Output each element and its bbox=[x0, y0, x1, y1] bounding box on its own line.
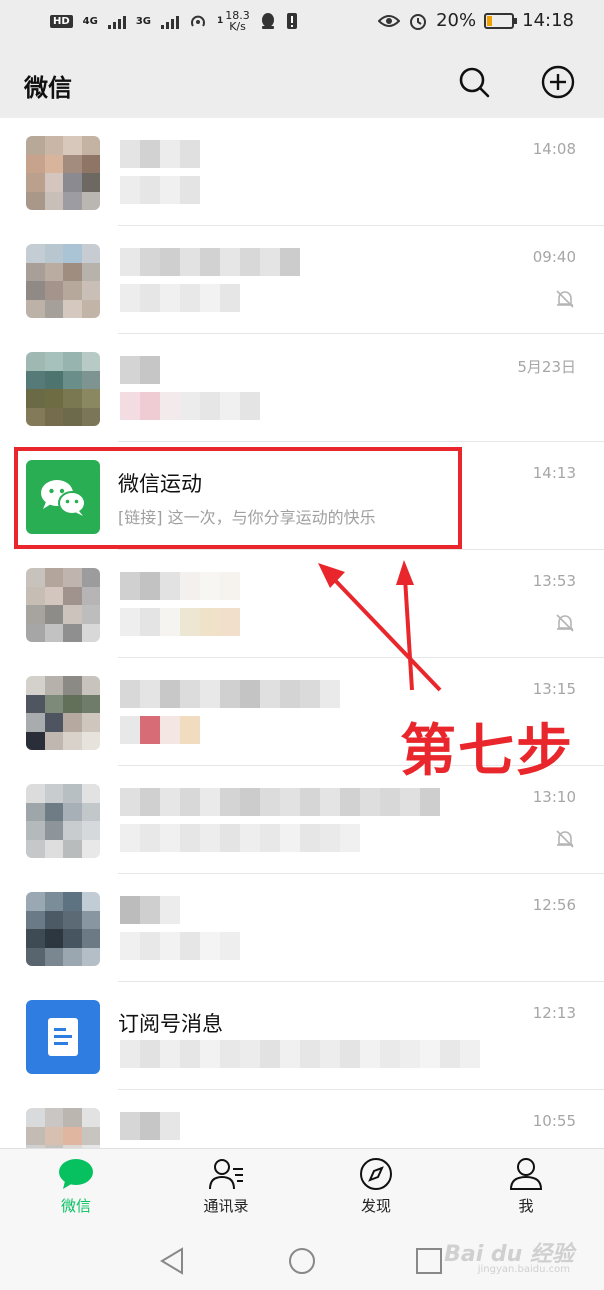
person-icon bbox=[509, 1158, 543, 1190]
chat-time: 09:40 bbox=[532, 248, 576, 266]
highlight-box bbox=[14, 447, 462, 549]
tab-label: 微信 bbox=[60, 1197, 91, 1215]
watermark-url: jingyan.baidu.com bbox=[477, 1264, 570, 1275]
step-annotation: 第七步 bbox=[400, 719, 574, 784]
avatar bbox=[26, 1108, 100, 1148]
search-icon[interactable] bbox=[456, 64, 492, 100]
pixelated-name bbox=[120, 788, 440, 816]
chat-time: 12:56 bbox=[532, 896, 576, 914]
mute-bell-icon bbox=[556, 290, 574, 308]
pixelated-name bbox=[120, 896, 180, 924]
mute-bell-icon bbox=[556, 614, 574, 632]
alert-icon bbox=[286, 13, 297, 29]
pixelated-preview bbox=[120, 176, 200, 204]
back-icon[interactable] bbox=[158, 1246, 188, 1276]
avatar bbox=[26, 784, 100, 858]
pixelated-preview bbox=[120, 284, 240, 312]
network-speed: 18.3 K/s bbox=[225, 10, 250, 32]
status-right: 20% 14:18 bbox=[378, 10, 574, 31]
subscription-avatar bbox=[26, 1000, 100, 1074]
battery-level bbox=[487, 15, 492, 26]
compass-icon bbox=[360, 1158, 392, 1190]
avatar bbox=[26, 136, 100, 210]
chat-row[interactable]: 09:40 bbox=[0, 226, 604, 334]
speed-unit: K/s bbox=[229, 20, 246, 33]
tab-label: 我 bbox=[518, 1197, 534, 1215]
document-icon bbox=[48, 1018, 78, 1056]
avatar bbox=[26, 568, 100, 642]
tab-label: 通讯录 bbox=[203, 1197, 249, 1215]
page-title: 微信 bbox=[24, 74, 72, 102]
pixelated-name bbox=[120, 1112, 180, 1140]
tab-bar: 微信 通讯录 发现 我 bbox=[0, 1148, 604, 1232]
status-left: HD 4G 3G 1 18.3 K/s bbox=[50, 10, 298, 32]
chat-row-subscriptions[interactable]: 订阅号消息 12:13 bbox=[0, 982, 604, 1090]
avatar bbox=[26, 892, 100, 966]
chat-row[interactable]: 5月23日 bbox=[0, 334, 604, 442]
penguin-icon bbox=[261, 13, 274, 29]
chat-row[interactable]: 10:55 bbox=[0, 1090, 604, 1148]
home-icon[interactable] bbox=[287, 1246, 317, 1276]
avatar bbox=[26, 352, 100, 426]
pixelated-name bbox=[120, 248, 300, 276]
chat-row[interactable]: 14:08 bbox=[0, 118, 604, 226]
pixelated-name bbox=[120, 680, 340, 708]
mute-bell-icon bbox=[556, 830, 574, 848]
signal-4g-label: 4G bbox=[82, 15, 98, 27]
avatar bbox=[26, 676, 100, 750]
battery-percent: 20% bbox=[436, 10, 477, 31]
pixelated-preview bbox=[120, 392, 260, 420]
status-bar: HD 4G 3G 1 18.3 K/s 20% 14:18 bbox=[0, 0, 604, 46]
avatar bbox=[26, 244, 100, 318]
battery-icon bbox=[484, 12, 518, 29]
eye-icon bbox=[378, 14, 401, 27]
signal-bars-icon bbox=[107, 13, 126, 29]
hotspot-icon bbox=[191, 15, 205, 27]
pixelated-preview bbox=[120, 716, 200, 744]
chat-row[interactable]: 13:53 bbox=[0, 550, 604, 658]
chat-time: 13:53 bbox=[532, 572, 576, 590]
chat-list[interactable]: 14:08 09:40 5月23日 微信运动 [链接] 这一次，与你分享运动的快… bbox=[0, 118, 604, 1148]
pixelated-name bbox=[120, 356, 160, 384]
tab-discover[interactable]: 发现 bbox=[326, 1157, 426, 1229]
contacts-icon bbox=[209, 1159, 243, 1190]
chat-row[interactable]: 12:56 bbox=[0, 874, 604, 982]
pixelated-preview bbox=[120, 824, 360, 852]
alarm-icon bbox=[410, 13, 427, 30]
add-icon[interactable] bbox=[540, 64, 576, 100]
title-bar: 微信 bbox=[0, 46, 604, 118]
signal-bars-icon-2 bbox=[161, 13, 180, 29]
chat-time: 13:10 bbox=[532, 788, 576, 806]
tab-chats[interactable]: 微信 bbox=[26, 1157, 126, 1229]
tab-contacts[interactable]: 通讯录 bbox=[176, 1157, 276, 1229]
pixelated-preview bbox=[120, 932, 240, 960]
tab-label: 发现 bbox=[360, 1197, 391, 1215]
recents-icon[interactable] bbox=[414, 1246, 444, 1276]
chat-time: 5月23日 bbox=[517, 358, 576, 376]
pixelated-name bbox=[120, 572, 240, 600]
pixelated-preview bbox=[120, 1040, 480, 1068]
status-time: 14:18 bbox=[522, 10, 574, 31]
chat-time: 14:13 bbox=[532, 464, 576, 482]
chat-time: 12:13 bbox=[532, 1004, 576, 1022]
chat-name: 订阅号消息 bbox=[118, 1012, 223, 1036]
pixelated-preview bbox=[120, 608, 240, 636]
hd-badge: HD bbox=[50, 14, 73, 28]
chat-time: 14:08 bbox=[532, 140, 576, 158]
tab-me[interactable]: 我 bbox=[476, 1157, 576, 1229]
signal-3g-label: 3G bbox=[135, 15, 152, 27]
chat-time: 13:15 bbox=[532, 680, 576, 698]
chat-bubble-icon bbox=[59, 1159, 93, 1189]
speed-prefix: 1 bbox=[217, 16, 224, 26]
pixelated-name bbox=[120, 140, 200, 168]
chat-time: 10:55 bbox=[532, 1112, 576, 1130]
